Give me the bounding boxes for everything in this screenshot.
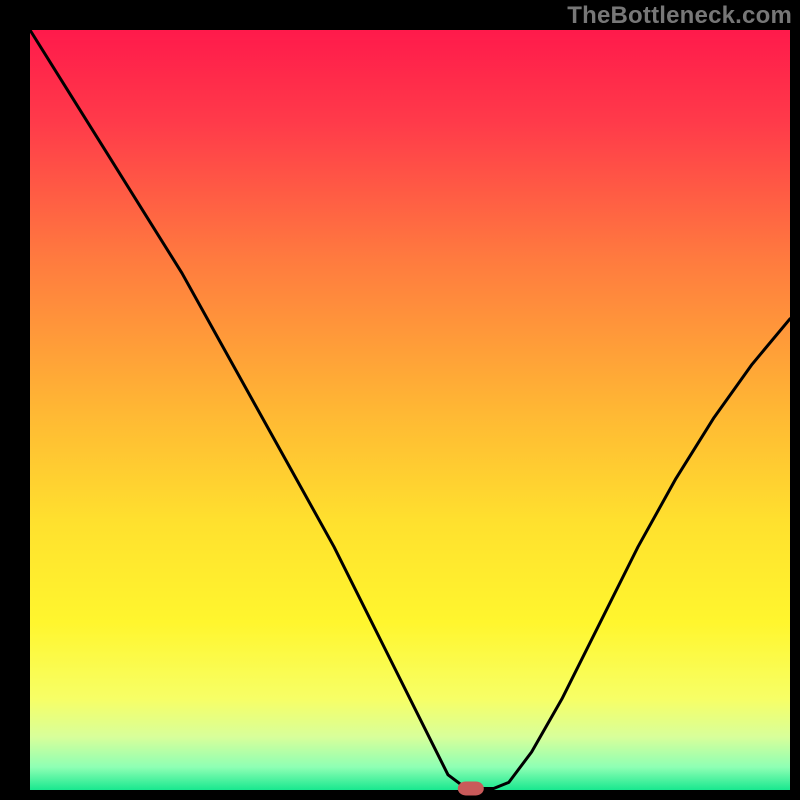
watermark-label: TheBottleneck.com: [567, 2, 792, 30]
bottleneck-chart: [0, 0, 800, 800]
chart-container: TheBottleneck.com: [0, 0, 800, 800]
plot-background: [30, 30, 790, 790]
optimal-point-marker: [458, 781, 484, 795]
